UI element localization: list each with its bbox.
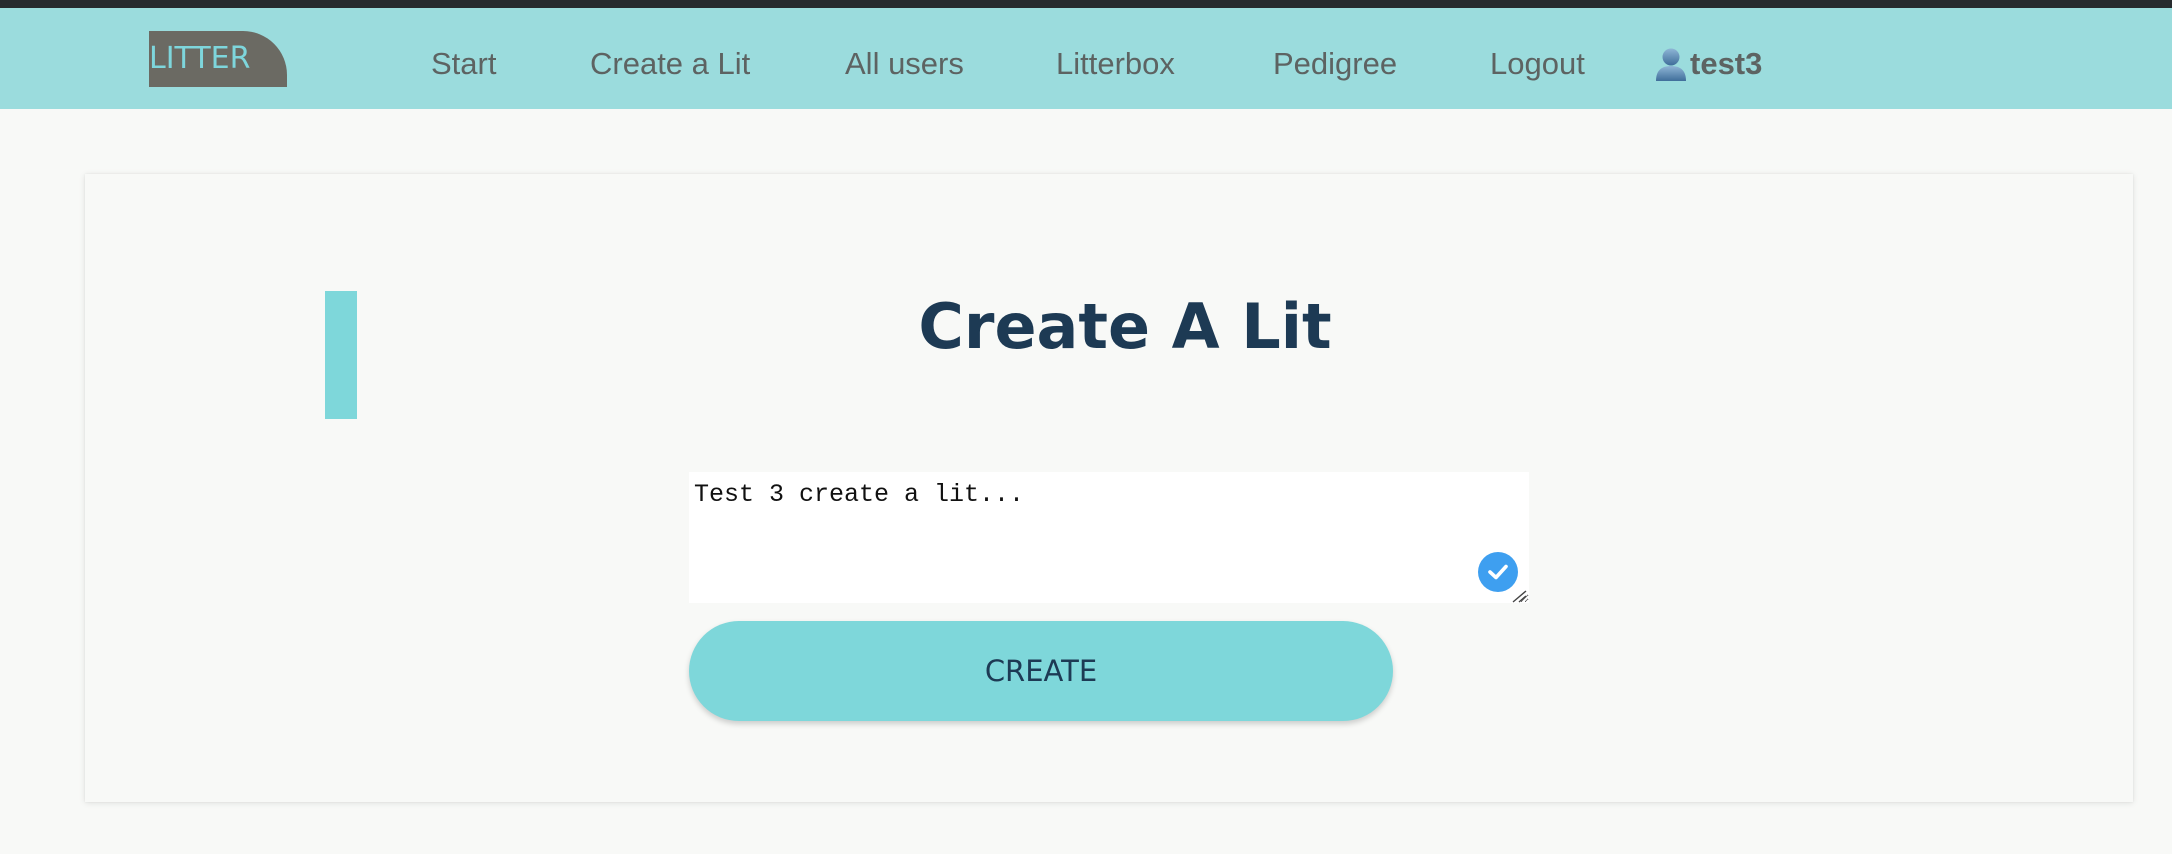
user-profile-link[interactable]: test3	[1654, 45, 1762, 83]
resize-grip-icon[interactable]	[1511, 589, 1527, 603]
logo-link[interactable]: LITTER	[149, 31, 287, 87]
username-label: test3	[1690, 46, 1763, 81]
nav-link-logout[interactable]: Logout	[1490, 46, 1585, 82]
nav-link-litterbox[interactable]: Litterbox	[1056, 46, 1175, 82]
lit-textarea[interactable]: Test 3 create a lit...	[689, 472, 1529, 603]
navbar: LITTER Start Create a Lit All users Litt…	[0, 8, 2172, 109]
page-title: Create A Lit	[918, 290, 1332, 363]
nav-link-start[interactable]: Start	[431, 46, 496, 82]
nav-link-create-a-lit[interactable]: Create a Lit	[590, 46, 750, 82]
top-border	[0, 0, 2172, 8]
nav-link-pedigree[interactable]: Pedigree	[1273, 46, 1397, 82]
checkmark-badge-icon	[1478, 552, 1518, 592]
user-icon	[1654, 46, 1688, 82]
nav-link-all-users[interactable]: All users	[845, 46, 964, 82]
create-button[interactable]: CREATE	[689, 621, 1393, 721]
